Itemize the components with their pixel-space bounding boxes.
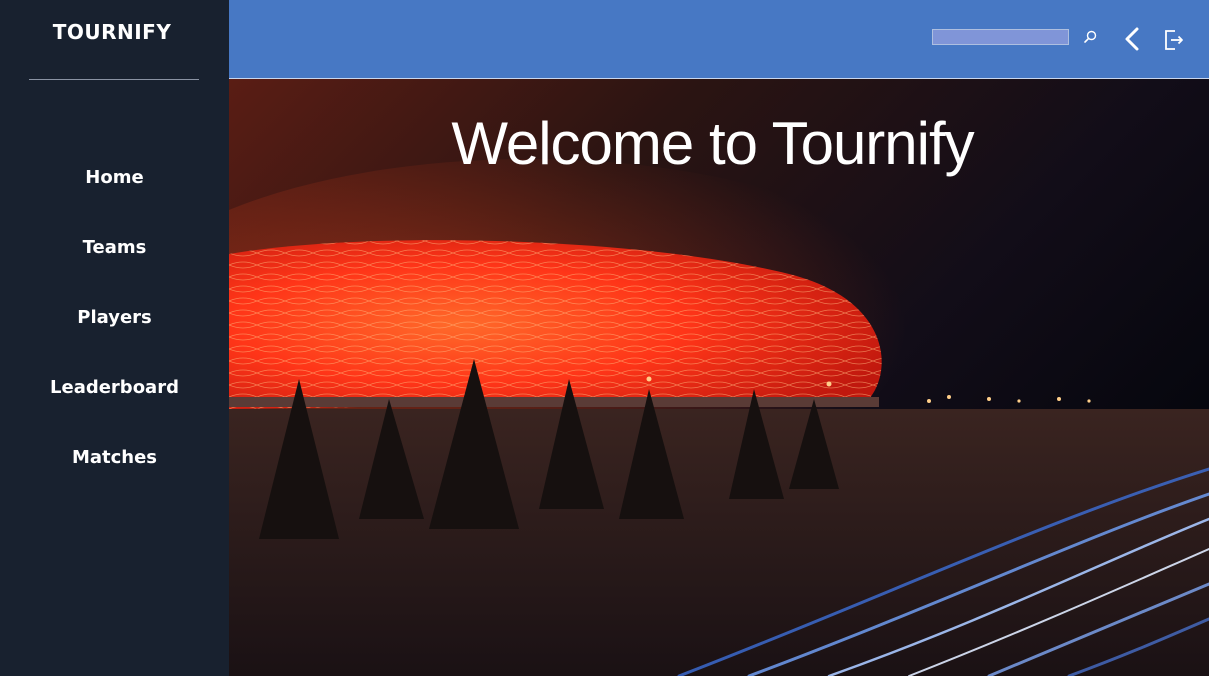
sidebar-item-home[interactable]: Home	[0, 167, 229, 188]
sidebar-item-leaderboard[interactable]: Leaderboard	[0, 377, 229, 398]
search-icon[interactable]	[1082, 29, 1098, 45]
brand-logo-text[interactable]: TOURNIFY	[0, 20, 224, 44]
search-input[interactable]	[932, 29, 1069, 45]
sidebar-item-matches[interactable]: Matches	[0, 447, 229, 468]
logout-icon[interactable]	[1162, 27, 1186, 53]
sidebar-item-players[interactable]: Players	[0, 307, 229, 328]
back-chevron-icon[interactable]	[1122, 26, 1142, 52]
brand-divider	[29, 79, 199, 80]
hero-title: Welcome to Tournify	[451, 110, 974, 177]
sidebar: TOURNIFY Home Teams Players Leaderboard …	[0, 0, 229, 676]
hero-banner: Welcome to Tournify	[229, 79, 1209, 676]
sidebar-item-teams[interactable]: Teams	[0, 237, 229, 258]
